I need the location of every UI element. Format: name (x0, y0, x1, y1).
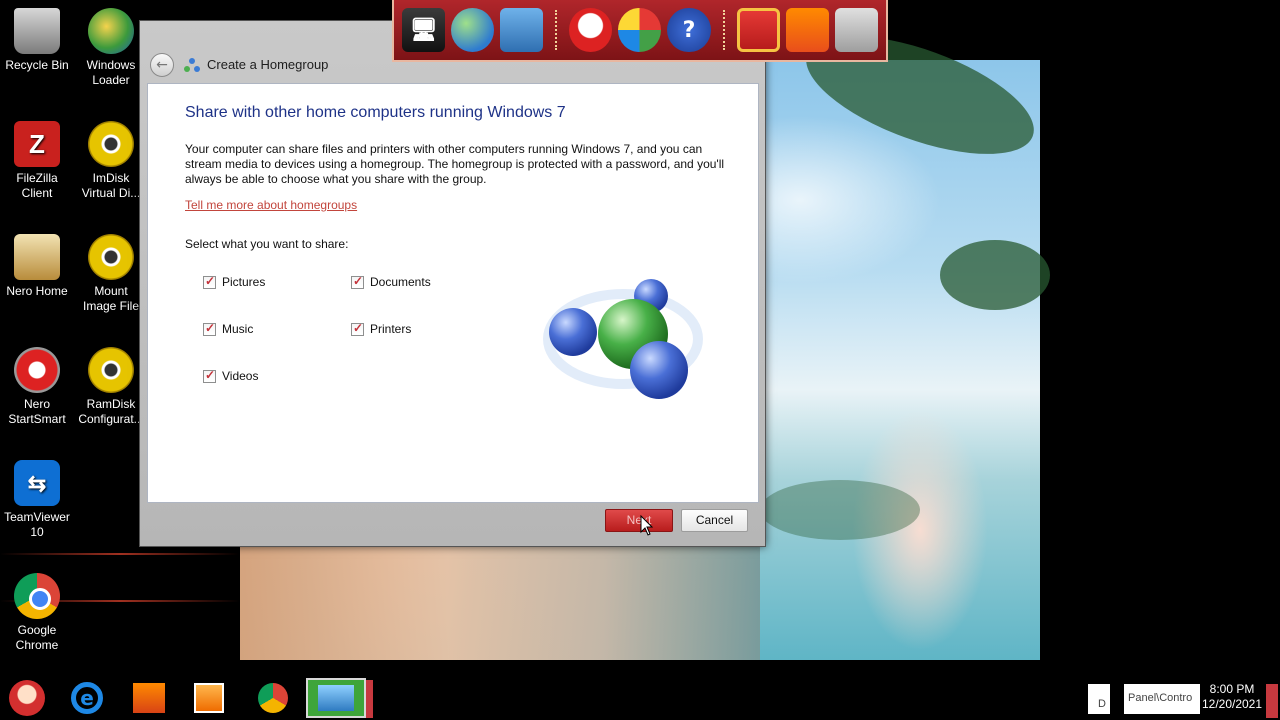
start-button[interactable] (4, 678, 50, 718)
checkbox-pictures[interactable]: Pictures (203, 274, 266, 289)
desktop-icon-label: TeamViewer 10 (4, 510, 70, 539)
dock-separator (555, 10, 558, 50)
globe-network-icon[interactable] (451, 8, 495, 52)
back-arrow-icon: ← (156, 57, 168, 73)
desktop-icon-nero-home[interactable]: Nero Home (0, 234, 74, 299)
filezilla-icon: Z (14, 121, 60, 167)
wallpaper-palm (940, 240, 1050, 310)
checkbox-label: Videos (222, 369, 259, 383)
checkbox-videos[interactable]: Videos (203, 368, 259, 383)
clock-time: 8:00 PM (1209, 682, 1255, 696)
checkbox-label: Music (222, 322, 254, 336)
file-manager-icon (133, 683, 165, 713)
taskbar-media-player[interactable] (186, 678, 232, 718)
dialog-heading: Share with other home computers running … (185, 104, 566, 121)
taskbar-chrome[interactable] (250, 678, 296, 718)
cancel-button[interactable]: Cancel (681, 509, 748, 532)
taskbar-control-panel[interactable] (306, 678, 366, 718)
checkbox-checked-icon (351, 274, 364, 289)
taskbar-clock[interactable]: 8:00 PM 12/20/2021 (1200, 682, 1264, 712)
desktop-icon-mount-image[interactable]: Mount Image File (74, 234, 148, 314)
tray-preview-label: Panel\Contro (1128, 692, 1193, 704)
desktop-icon-filezilla[interactable]: Z FileZilla Client (0, 121, 74, 201)
clock-date: 12/20/2021 (1201, 697, 1263, 711)
help-icon[interactable]: ? (667, 8, 711, 52)
windows-shield-icon[interactable] (618, 8, 662, 52)
control-panel-icon[interactable] (500, 8, 544, 52)
nero-startsmart-icon (14, 347, 60, 393)
folder-icon[interactable] (785, 8, 829, 52)
desktop-icon-nero-startsmart[interactable]: Nero StartSmart (0, 347, 74, 427)
gift-icon[interactable] (736, 8, 780, 52)
wallpaper-lower-figure (240, 546, 760, 660)
checkbox-music[interactable]: Music (203, 321, 254, 336)
dialog-footer: Next Cancel (147, 503, 759, 541)
taskbar-ie[interactable]: e (64, 678, 110, 718)
mouse-pointer-icon (640, 515, 654, 536)
checkbox-checked-icon (203, 321, 216, 336)
desktop-icon-ramdisk[interactable]: RamDisk Configurat... (74, 347, 148, 427)
desktop-icon-windows-loader[interactable]: Windows Loader (74, 8, 148, 88)
desktop-icon-label: Google Chrome (15, 623, 59, 652)
taskbar-edge (366, 680, 373, 718)
checkbox-label: Documents (370, 275, 431, 289)
wallpaper-palm (760, 480, 920, 540)
recycle-bin-icon (14, 8, 60, 54)
show-desktop-button[interactable] (1266, 684, 1278, 718)
taskbar-explorer[interactable] (126, 678, 172, 718)
chrome-icon (14, 573, 60, 619)
share-select-label: Select what you want to share: (185, 237, 349, 251)
mount-image-icon (88, 234, 134, 280)
back-button[interactable]: ← (150, 53, 174, 77)
dialog-description: Your computer can share files and printe… (185, 142, 725, 186)
desktop-icon-label: Nero Home (6, 284, 68, 298)
next-button[interactable]: Next (605, 509, 673, 532)
desktop-screen: Recycle Bin Windows Loader Z FileZilla C… (0, 0, 1280, 720)
learn-more-link[interactable]: Tell me more about homegroups (185, 198, 357, 212)
desktop-icon-label: FileZilla Client (16, 171, 58, 200)
desktop-icon-recycle-bin[interactable]: Recycle Bin (0, 8, 74, 73)
control-panel-icon (318, 685, 354, 711)
checkbox-checked-icon (203, 368, 216, 383)
tray-preview-1[interactable]: D (1088, 684, 1110, 714)
desktop-icon-label: RamDisk Configurat... (78, 397, 144, 426)
desktop-icon-label: ImDisk Virtual Di... (81, 171, 141, 200)
imdisk-icon (88, 121, 134, 167)
dock-separator (722, 10, 725, 50)
top-dock-toolbar: 🖥 ? (392, 0, 888, 62)
checkbox-checked-icon (351, 321, 364, 336)
homegroup-orbs-icon (543, 279, 703, 399)
nero-home-icon (14, 234, 60, 280)
desktop-icon-label: Mount Image File (82, 284, 140, 313)
internet-explorer-icon: e (71, 682, 103, 714)
teamviewer-icon: ⇆ (14, 460, 60, 506)
checkbox-documents[interactable]: Documents (351, 274, 431, 289)
desktop-icon-label: Windows Loader (86, 58, 136, 87)
window-title: Create a Homegroup (207, 57, 329, 72)
checkbox-printers[interactable]: Printers (351, 321, 412, 336)
santa-start-icon (9, 680, 45, 716)
create-homegroup-window: ← Create a Homegroup Share with other ho… (139, 20, 766, 547)
desktop-icon-teamviewer[interactable]: ⇆ TeamViewer 10 (0, 460, 74, 540)
tray-preview-2[interactable]: Panel\Contro (1124, 684, 1200, 714)
windows-loader-icon (88, 8, 134, 54)
homegroup-icon (184, 58, 200, 72)
checkbox-label: Pictures (222, 275, 266, 289)
desktop-icon-label: Nero StartSmart (8, 397, 66, 426)
trash-icon[interactable] (834, 8, 878, 52)
media-player-icon (194, 683, 224, 713)
desktop-icon-chrome[interactable]: Google Chrome (0, 573, 74, 653)
taskbar: e D Panel\Contro (0, 676, 1280, 720)
decorative-line (0, 553, 240, 555)
christmas-computer-icon[interactable]: 🖥 (402, 8, 446, 52)
chrome-icon (258, 683, 288, 713)
snowman-icon[interactable] (569, 8, 613, 52)
dialog-content: Share with other home computers running … (147, 83, 759, 503)
checkbox-label: Printers (370, 322, 412, 336)
desktop-icon-imdisk[interactable]: ImDisk Virtual Di... (74, 121, 148, 201)
ramdisk-icon (88, 347, 134, 393)
desktop-icon-label: Recycle Bin (5, 58, 69, 72)
checkbox-checked-icon (203, 274, 216, 289)
